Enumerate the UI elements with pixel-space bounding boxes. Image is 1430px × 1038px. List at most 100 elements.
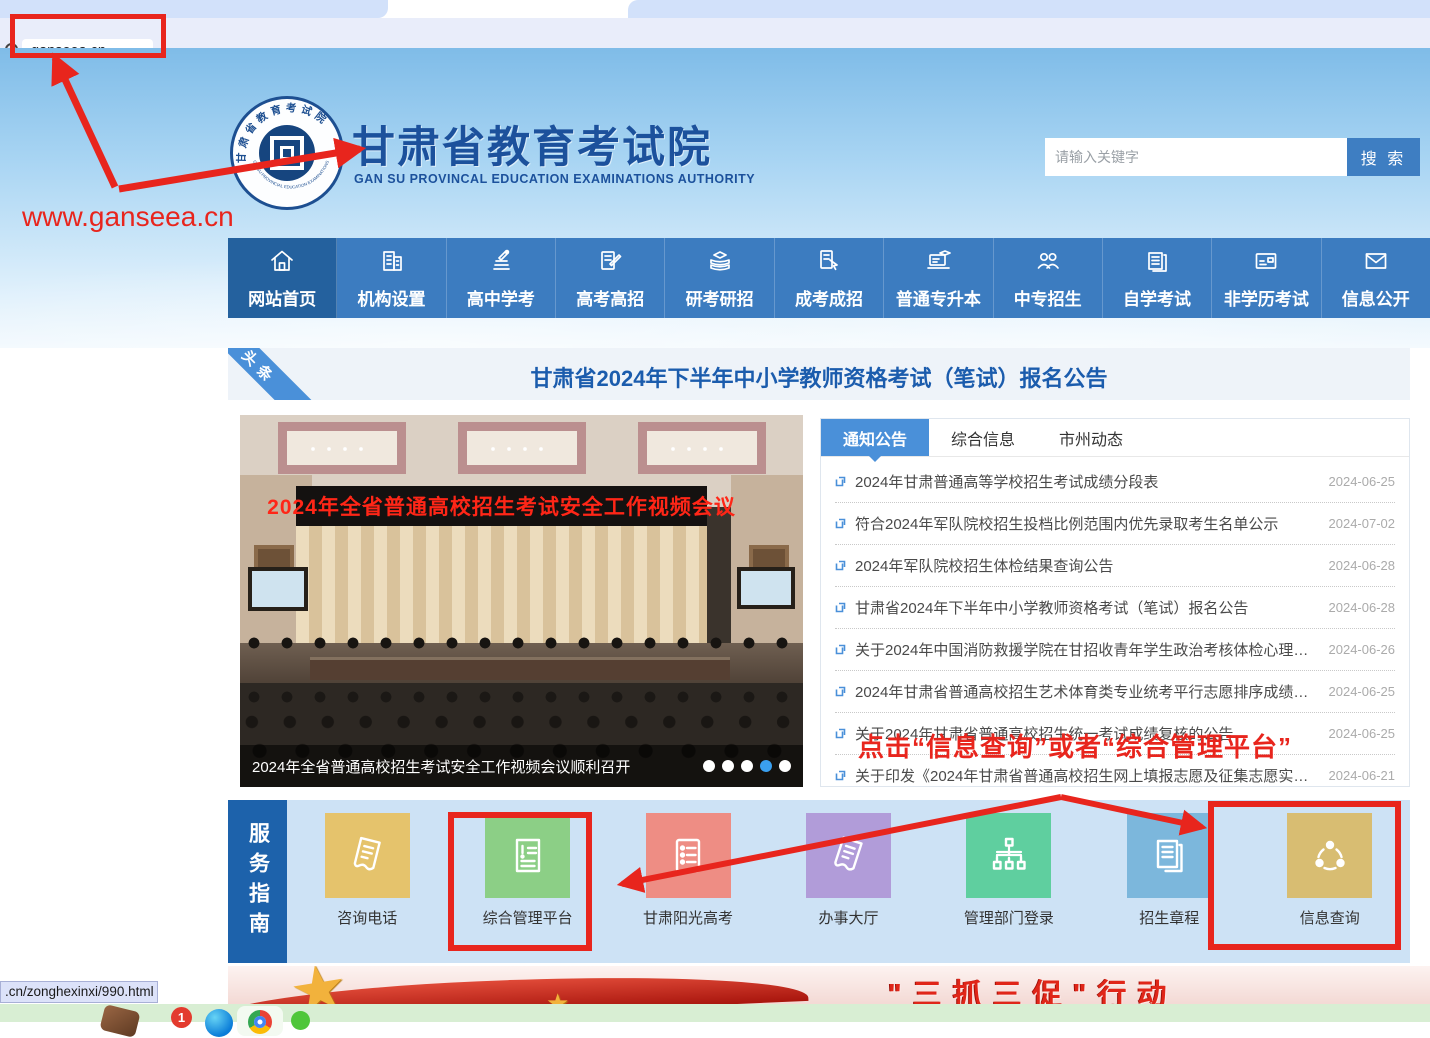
doc-bullet-icon (835, 686, 846, 697)
main-navigation: 网站首页 机构设置 高中学考 高考高招 研考研招 成考成招 普通专升本 中专招生… (228, 238, 1430, 318)
news-date: 2024-06-28 (1329, 600, 1396, 615)
people-icon (1034, 247, 1062, 280)
list-item[interactable]: 关于2024年中国消防救援学院在甘招收青年学生政治考核体检心理测试面试 2024… (835, 629, 1395, 671)
doc-bullet-icon (835, 476, 846, 487)
star-icon: ★ (284, 966, 352, 1006)
taskbar: 1 (0, 1004, 1430, 1022)
seal-emblem-icon (259, 125, 315, 181)
news-link: 2024年甘肃普通高等学校招生考试成绩分段表 (855, 471, 1320, 492)
nav-item-chengkao[interactable]: 成考成招 (775, 238, 884, 318)
service-guide-label: 服务指南 (228, 800, 287, 963)
nav-item-home[interactable]: 网站首页 (228, 238, 337, 318)
annotation-click-hint: 点击“信息查询”或者“综合管理平台” (858, 727, 1292, 764)
books-stack-icon (706, 247, 734, 280)
service-management-platform[interactable]: 综合管理平台 (453, 813, 603, 928)
news-link: 符合2024年军队院校招生投档比例范围内优先录取考生名单公示 (855, 513, 1320, 534)
chrome-icon (248, 1010, 272, 1034)
search-input[interactable] (1045, 138, 1347, 176)
carousel-caption-bar: 2024年全省普通高校招生考试安全工作视频会议顺利召开 (240, 745, 803, 787)
nav-label: 自学考试 (1123, 285, 1191, 310)
tab-notices[interactable]: 通知公告 (821, 419, 929, 456)
carousel-dot[interactable] (779, 760, 791, 772)
banner-slogan: "三抓三促"行动 (888, 971, 1178, 1006)
service-guide-section: 服务指南 咨询电话 综合管理平台 甘肃阳光高考 办事大厅 管理部门登录 招生章程 (228, 800, 1410, 963)
list-item[interactable]: 2024年甘肃普通高等学校招生考试成绩分段表 2024-06-25 (835, 461, 1395, 503)
browser-tab-left[interactable] (0, 0, 388, 18)
news-date: 2024-07-02 (1329, 516, 1396, 531)
news-date: 2024-06-26 (1329, 642, 1396, 657)
service-admin-login[interactable]: 管理部门登录 (934, 813, 1084, 928)
browser-address-bar: ganseea.cn (0, 18, 1430, 48)
nav-item-zhuanshengben[interactable]: 普通专升本 (884, 238, 993, 318)
phone-consult-icon (325, 813, 410, 898)
edge-browser-icon[interactable] (205, 1009, 233, 1037)
nav-item-feixueli[interactable]: 非学历考试 (1212, 238, 1321, 318)
nav-label: 高中学考 (467, 285, 535, 310)
book-cursor-icon (815, 247, 843, 280)
service-info-query[interactable]: 信息查询 (1255, 813, 1405, 928)
doc-bullet-icon (835, 518, 846, 529)
carousel-dot[interactable] (741, 760, 753, 772)
carousel-dot[interactable] (760, 760, 772, 772)
nav-item-zhongzhuan[interactable]: 中专招生 (994, 238, 1103, 318)
footer-campaign-banner[interactable]: ★ ★ "三抓三促"行动 (228, 966, 1430, 1006)
wechat-icon[interactable] (291, 1011, 310, 1030)
list-item[interactable]: 2024年甘肃省普通高校招生艺术体育类专业统考平行志愿排序成绩查询公告 2024… (835, 671, 1395, 713)
news-date: 2024-06-28 (1329, 558, 1396, 573)
nav-item-highschool-exam[interactable]: 高中学考 (447, 238, 556, 318)
list-item[interactable]: 符合2024年军队院校招生投档比例范围内优先录取考生名单公示 2024-07-0… (835, 503, 1395, 545)
doc-pen-icon (596, 247, 624, 280)
nav-item-org[interactable]: 机构设置 (337, 238, 446, 318)
nav-label: 研考研招 (686, 285, 754, 310)
headline-title[interactable]: 甘肃省2024年下半年中小学教师资格考试（笔试）报名公告 (228, 361, 1410, 393)
nav-label: 普通专升本 (896, 285, 981, 310)
news-carousel[interactable]: 2024年全省普通高校招生考试安全工作视频会议 2024年全省普通高校招生考试安… (240, 415, 803, 787)
tab-general-info[interactable]: 综合信息 (929, 419, 1037, 456)
nav-item-kaoyan[interactable]: 研考研招 (665, 238, 774, 318)
taskbar-app-icon[interactable] (99, 1004, 140, 1038)
search-box: 搜 索 (1045, 138, 1420, 176)
service-label: 招生章程 (1139, 907, 1199, 928)
search-button[interactable]: 搜 索 (1347, 138, 1420, 176)
browser-tab-strip (0, 0, 1430, 18)
carousel-dots (703, 760, 791, 772)
service-hall[interactable]: 办事大厅 (773, 813, 923, 928)
id-card-icon (1252, 247, 1280, 280)
news-date: 2024-06-25 (1329, 726, 1396, 741)
service-label: 办事大厅 (818, 907, 878, 928)
org-tree-icon (966, 813, 1051, 898)
service-sunshine-gaokao[interactable]: 甘肃阳光高考 (613, 813, 763, 928)
news-link: 2024年甘肃省普通高校招生艺术体育类专业统考平行志愿排序成绩查询公告 (855, 681, 1320, 702)
list-item[interactable]: 甘肃省2024年下半年中小学教师资格考试（笔试）报名公告 2024-06-28 (835, 587, 1395, 629)
nav-item-gaokao[interactable]: 高考高招 (556, 238, 665, 318)
nav-label: 信息公开 (1342, 285, 1410, 310)
status-link-tooltip: .cn/zonghexinxi/990.html (0, 981, 158, 1003)
site-logo-seal[interactable]: 甘肃省教育考试院 GANSU PROVINCIAL EDUCATION EXAM… (230, 96, 344, 210)
doc-bullet-icon (835, 728, 846, 739)
news-link: 2024年军队院校招生体检结果查询公告 (855, 555, 1320, 576)
news-date: 2024-06-21 (1329, 768, 1396, 783)
browser-tab-right[interactable] (628, 0, 1430, 18)
chrome-taskbar-tile[interactable] (237, 1006, 283, 1036)
carousel-dot[interactable] (703, 760, 715, 772)
news-link: 关于印发《2024年甘肃省普通高校招生网上填报志愿及征集志愿实施办法》 (855, 765, 1320, 786)
annotation-www-label: www.ganseea.cn (22, 201, 234, 233)
doc-bullet-icon (835, 644, 846, 655)
hall-doc-icon (806, 813, 891, 898)
service-charter[interactable]: 招生章程 (1094, 813, 1244, 928)
org-building-icon (378, 247, 406, 280)
site-subtitle: GAN SU PROVINCAL EDUCATION EXAMINATIONS … (354, 172, 755, 186)
nav-item-zikao[interactable]: 自学考试 (1103, 238, 1212, 318)
nav-item-xinxigongkai[interactable]: 信息公开 (1322, 238, 1430, 318)
nav-label: 中专招生 (1014, 285, 1082, 310)
tab-city-news[interactable]: 市州动态 (1037, 419, 1145, 456)
list-item[interactable]: 2024年军队院校招生体检结果查询公告 2024-06-28 (835, 545, 1395, 587)
news-link: 关于2024年中国消防救援学院在甘招收青年学生政治考核体检心理测试面试 (855, 639, 1320, 660)
service-label: 信息查询 (1300, 907, 1360, 928)
news-date: 2024-06-25 (1329, 684, 1396, 699)
carousel-dot[interactable] (722, 760, 734, 772)
nav-label: 网站首页 (248, 285, 316, 310)
service-consult-phone[interactable]: 咨询电话 (292, 813, 442, 928)
service-label: 综合管理平台 (483, 907, 573, 928)
conference-banner: 2024年全省普通高校招生考试安全工作视频会议 (296, 486, 707, 526)
